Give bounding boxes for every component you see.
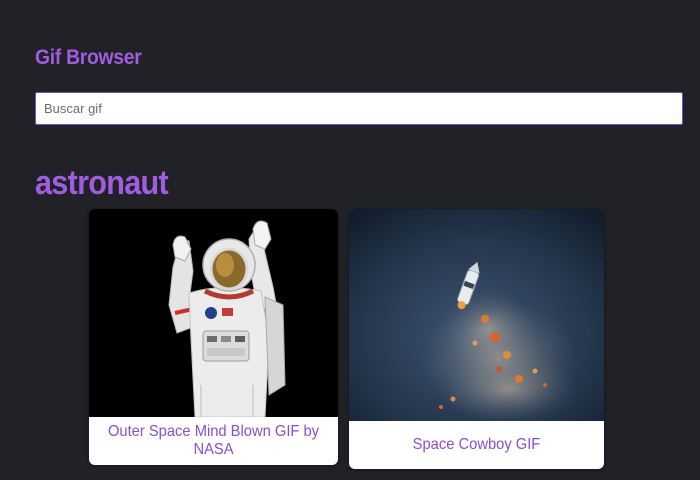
gif-card[interactable]: Outer Space Mind Blown GIF by NASA: [89, 209, 338, 465]
app-title: Gif Browser: [35, 46, 142, 69]
category-title: astronaut: [35, 164, 169, 202]
gif-title[interactable]: Outer Space Mind Blown GIF by NASA: [99, 417, 328, 465]
gif-card[interactable]: Space Cowboy GIF: [349, 209, 604, 469]
rocket-image[interactable]: [349, 209, 604, 421]
astronaut-illustration: [89, 209, 338, 417]
rocket-illustration: [349, 209, 604, 421]
gif-title[interactable]: Space Cowboy GIF: [359, 421, 594, 469]
search-input[interactable]: [35, 92, 683, 125]
astronaut-image[interactable]: [89, 209, 338, 417]
